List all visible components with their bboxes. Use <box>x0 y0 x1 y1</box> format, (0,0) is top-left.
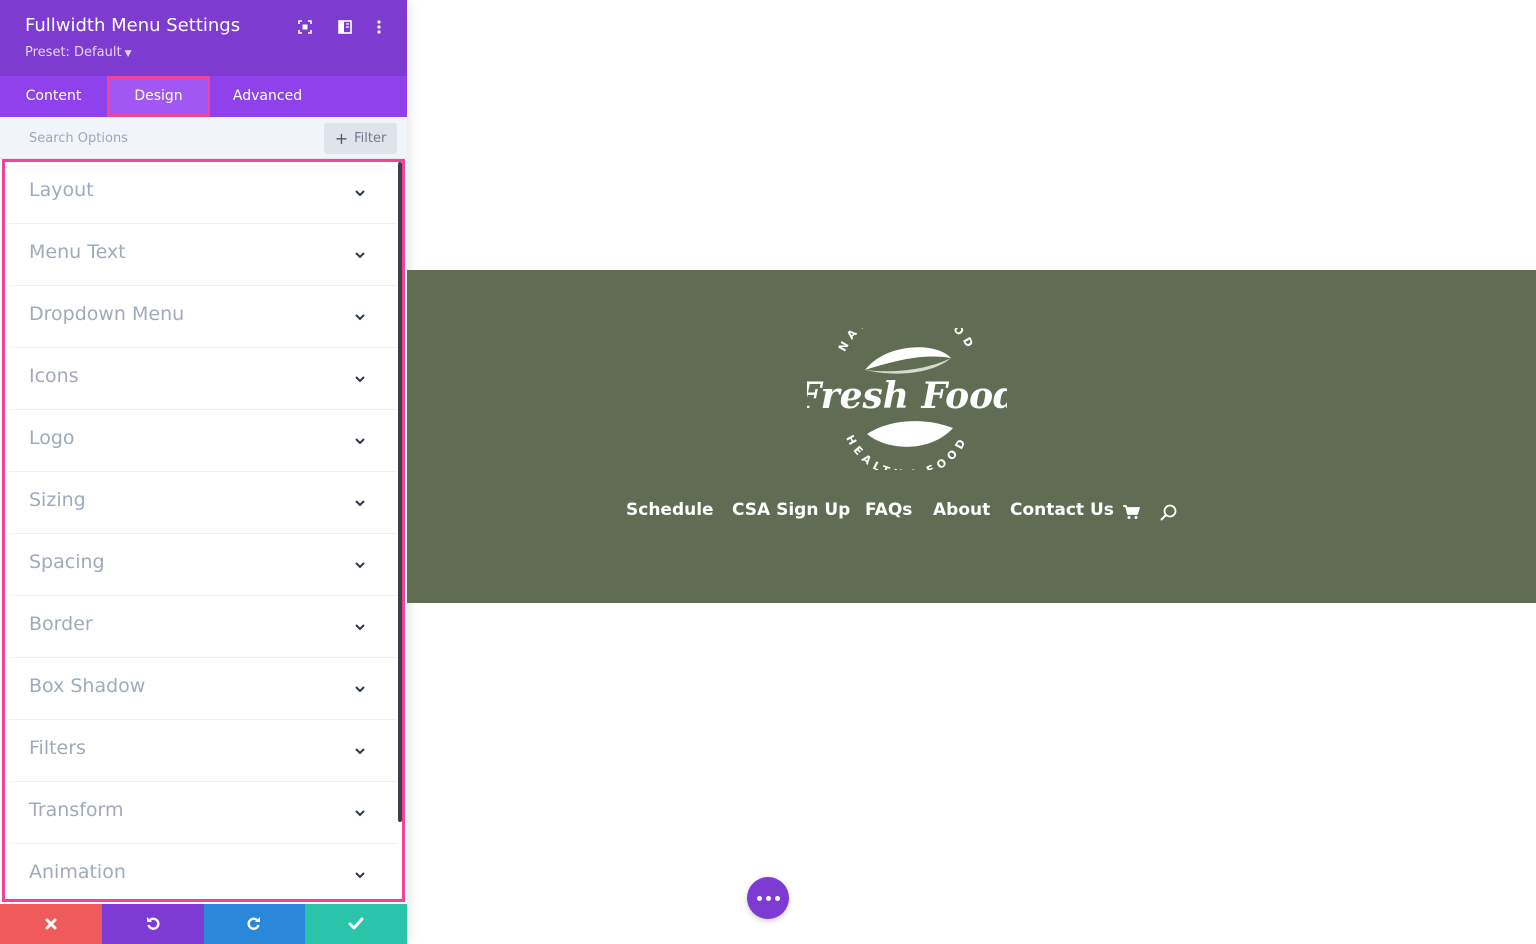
chevron-down-icon <box>355 376 365 383</box>
option-toggle-border[interactable]: Border <box>9 596 397 658</box>
undo-button[interactable] <box>101 904 204 944</box>
nav-item-schedule[interactable]: Schedule <box>626 500 714 520</box>
filter-button[interactable]: + Filter <box>324 123 397 154</box>
option-label: Transform <box>29 799 124 821</box>
split-view-icon[interactable] <box>336 18 354 36</box>
chevron-down-icon <box>355 252 365 259</box>
chevron-down-icon <box>355 562 365 569</box>
fullwidth-menu-section: NATURAL FOOD Fresh Food HEALTHY FOOD Sch… <box>407 270 1536 603</box>
plus-icon: + <box>334 128 349 148</box>
search-options-input[interactable] <box>15 123 315 153</box>
option-label: Icons <box>29 365 79 387</box>
discard-button[interactable] <box>0 904 102 944</box>
panel-footer <box>0 904 407 944</box>
chevron-down-icon <box>355 190 365 197</box>
option-label: Dropdown Menu <box>29 303 185 325</box>
tab-content[interactable]: Content <box>0 76 107 117</box>
dot-icon <box>765 895 771 901</box>
option-toggle-box-shadow[interactable]: Box Shadow <box>9 658 397 720</box>
option-label: Border <box>29 613 93 635</box>
search-icon[interactable] <box>1160 504 1178 522</box>
option-toggle-layout[interactable]: Layout <box>9 162 397 224</box>
option-toggle-dropdown-menu[interactable]: Dropdown Menu <box>9 286 397 348</box>
chevron-down-icon <box>355 500 365 507</box>
option-toggle-icons[interactable]: Icons <box>9 348 397 410</box>
option-label: Logo <box>29 427 75 449</box>
option-toggle-filters[interactable]: Filters <box>9 720 397 782</box>
option-label: Animation <box>29 861 126 883</box>
nav-item-faqs[interactable]: FAQs <box>865 500 912 520</box>
option-toggle-menu-text[interactable]: Menu Text <box>9 224 397 286</box>
dot-icon <box>756 895 762 901</box>
fresh-food-logo[interactable]: NATURAL FOOD Fresh Food HEALTHY FOOD <box>807 328 1007 470</box>
tab-advanced[interactable]: Advanced <box>210 76 325 117</box>
option-toggle-spacing[interactable]: Spacing <box>9 534 397 596</box>
search-bar: + Filter <box>0 117 407 159</box>
nav-item-about[interactable]: About <box>933 500 990 520</box>
chevron-down-icon <box>355 438 365 445</box>
cart-icon[interactable] <box>1122 504 1140 520</box>
tab-bar: Content Design Advanced <box>0 76 407 117</box>
scrollbar[interactable] <box>398 162 402 822</box>
redo-button[interactable] <box>203 904 306 944</box>
settings-panel: Fullwidth Menu Settings Preset: Default ▼ <box>0 0 407 944</box>
chevron-down-icon <box>355 748 365 755</box>
option-label: Sizing <box>29 489 86 511</box>
caret-down-icon: ▼ <box>124 49 132 59</box>
option-label: Menu Text <box>29 241 126 263</box>
logo-wordmark: Fresh Food <box>807 375 1007 417</box>
panel-header: Fullwidth Menu Settings Preset: Default ▼ <box>0 0 407 76</box>
option-toggle-sizing[interactable]: Sizing <box>9 472 397 534</box>
option-label: Filters <box>29 737 86 759</box>
tab-design[interactable]: Design <box>107 76 210 117</box>
chevron-down-icon <box>355 624 365 631</box>
nav-item-contact-us[interactable]: Contact Us <box>1010 500 1114 520</box>
chevron-down-icon <box>355 872 365 879</box>
filter-label: Filter <box>354 131 387 146</box>
more-vertical-icon[interactable] <box>370 18 388 36</box>
undo-icon <box>146 917 160 930</box>
preset-label: Preset: Default <box>25 45 122 60</box>
check-icon <box>348 917 364 930</box>
nav-item-csa-sign-up[interactable]: CSA Sign Up <box>732 500 850 520</box>
preset-selector[interactable]: Preset: Default ▼ <box>25 45 131 60</box>
option-label: Box Shadow <box>29 675 146 697</box>
chevron-down-icon <box>355 314 365 321</box>
option-toggle-animation[interactable]: Animation <box>9 844 397 899</box>
panel-title: Fullwidth Menu Settings <box>25 15 241 36</box>
close-icon <box>45 918 57 930</box>
redo-icon <box>247 917 261 930</box>
chevron-down-icon <box>355 686 365 693</box>
option-label: Spacing <box>29 551 105 573</box>
main-navigation: Schedule CSA Sign Up FAQs About Contact … <box>407 500 1536 530</box>
page-settings-button[interactable] <box>747 877 789 919</box>
save-button[interactable] <box>305 904 407 944</box>
dot-icon <box>774 895 780 901</box>
option-toggle-logo[interactable]: Logo <box>9 410 397 472</box>
option-label: Layout <box>29 179 94 201</box>
design-options-list: Layout Menu Text Dropdown Menu Icons Log… <box>2 159 405 902</box>
fullscreen-icon[interactable] <box>296 18 314 36</box>
chevron-down-icon <box>355 810 365 817</box>
option-toggle-transform[interactable]: Transform <box>9 782 397 844</box>
